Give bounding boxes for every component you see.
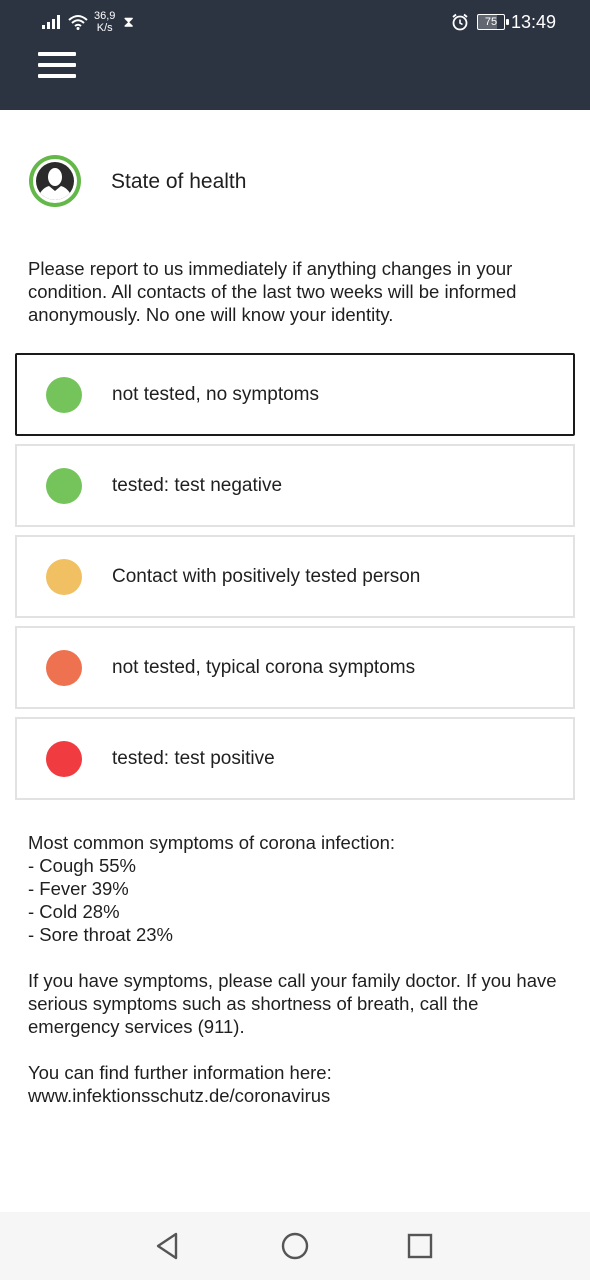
option-contact-with-positive[interactable]: Contact with positively tested person: [15, 535, 575, 618]
symptoms-heading: Most common symptoms of corona infection…: [28, 832, 396, 853]
info-section: Most common symptoms of corona infection…: [28, 831, 573, 1107]
option-label: tested: test negative: [112, 474, 283, 496]
symptom-item: - Sore throat 23%: [28, 924, 173, 945]
symptom-item: - Fever 39%: [28, 878, 129, 899]
status-dot-green: [46, 376, 82, 413]
status-dot-yellow: [46, 558, 82, 595]
symptom-item: - Cough 55%: [28, 855, 136, 876]
option-label: tested: test positive: [112, 747, 275, 769]
status-dot-red: [46, 740, 82, 777]
network-speed: 36,9 K/s: [94, 10, 115, 34]
health-state-options: not tested, no symptoms tested: test neg…: [15, 353, 575, 808]
status-bar-left: 36,9 K/s ⧗: [42, 8, 134, 36]
more-info-text: You can find further information here:: [28, 1062, 332, 1083]
battery-level: 75: [484, 16, 498, 28]
signal-strength-icon: [42, 15, 60, 29]
recents-square-icon[interactable]: [404, 1230, 436, 1262]
hourglass-icon: ⧗: [123, 13, 134, 31]
battery-icon: 75: [476, 14, 509, 30]
home-circle-icon[interactable]: [279, 1230, 311, 1262]
back-triangle-icon[interactable]: [152, 1230, 184, 1262]
wifi-icon: [68, 15, 88, 30]
option-label: not tested, typical corona symptoms: [112, 656, 416, 678]
option-label: Contact with positively tested person: [112, 565, 421, 587]
option-tested-positive[interactable]: tested: test positive: [15, 717, 575, 800]
page-title: State of health: [111, 170, 247, 193]
symptom-item: - Cold 28%: [28, 901, 120, 922]
network-speed-value: 36,9: [94, 10, 116, 22]
network-speed-unit: K/s: [96, 22, 113, 34]
option-not-tested-no-symptoms[interactable]: not tested, no symptoms: [15, 353, 575, 436]
intro-text: Please report to us immediately if anyth…: [28, 258, 517, 325]
status-dot-green: [46, 467, 82, 504]
status-dot-orange: [46, 649, 82, 686]
hamburger-menu-icon[interactable]: [38, 52, 76, 78]
alarm-clock-icon: [452, 13, 468, 31]
clock: 13:49: [510, 11, 556, 32]
status-bar-right: 75 13:49: [451, 8, 556, 36]
more-info-link[interactable]: www.infektionsschutz.de/coronavirus: [28, 1084, 573, 1107]
option-label: not tested, no symptoms: [112, 383, 319, 405]
option-tested-negative[interactable]: tested: test negative: [15, 444, 575, 527]
advice-text: If you have symptoms, please call your f…: [28, 970, 557, 1037]
option-not-tested-symptoms[interactable]: not tested, typical corona symptoms: [15, 626, 575, 709]
system-navigation-bar: [0, 1212, 590, 1280]
app-header: 36,9 K/s ⧗ 75 13:49: [0, 0, 590, 110]
user-avatar-icon: [29, 155, 81, 207]
